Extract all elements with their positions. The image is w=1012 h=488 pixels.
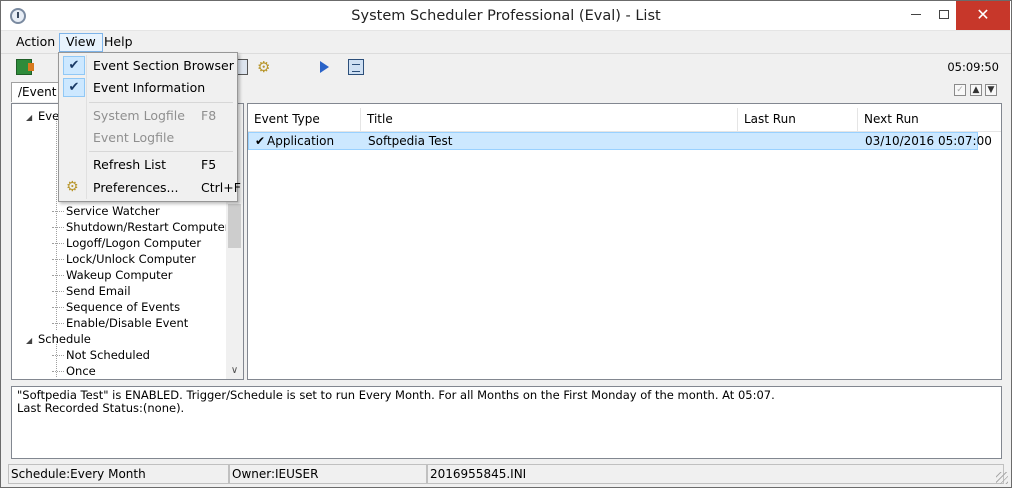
minimize-icon [911, 13, 921, 15]
expand-icon: ◢ [26, 113, 33, 122]
menu-item-event-logfile[interactable]: Event Logfile [61, 127, 235, 148]
list-header: Event Type Title Last Run Next Run [248, 108, 1001, 132]
menu-item-event-section-browser[interactable]: ✔ Event Section Browser [61, 55, 235, 76]
status-file: 2016955845.INI [427, 464, 1004, 484]
title-bar: System Scheduler Professional (Eval) - L… [1, 1, 1011, 31]
cell-event-type: Application [267, 134, 335, 148]
menu-bar: Action View Help [1, 31, 1011, 52]
check-icon: ✔ [63, 56, 85, 75]
column-last-run[interactable]: Last Run [738, 108, 858, 132]
shortcut-label: F8 [201, 108, 217, 123]
tree-group-schedule[interactable]: ◢ Schedule [26, 331, 91, 347]
column-title[interactable]: Title [361, 108, 738, 132]
status-bar: Schedule:Every Month Owner:IEUSER 201695… [1, 463, 1011, 487]
main-window: System Scheduler Professional (Eval) - L… [0, 0, 1012, 488]
logfile-icon[interactable] [348, 59, 364, 75]
tree-item[interactable]: Not Scheduled [52, 347, 150, 363]
menu-help[interactable]: Help [98, 33, 139, 52]
menu-item-event-information[interactable]: ✔ Event Information [61, 77, 235, 98]
run-icon[interactable] [317, 59, 333, 75]
tree-item[interactable]: Wakeup Computer [52, 267, 172, 283]
cell-next-run: 03/10/2016 05:07:00 [865, 134, 992, 148]
menu-action[interactable]: Action [10, 33, 61, 52]
window-title: System Scheduler Professional (Eval) - L… [351, 8, 661, 24]
move-up-icon[interactable]: ▲ [970, 84, 982, 96]
close-icon: ✕ [976, 5, 990, 24]
column-next-run[interactable]: Next Run [858, 108, 1001, 132]
status-schedule: Schedule:Every Month [8, 464, 229, 484]
cell-title: Softpedia Test [368, 134, 453, 148]
tab-event-types[interactable]: /Event Types [11, 82, 61, 102]
table-row[interactable]: ✔ Application Softpedia Test 03/10/2016 … [248, 132, 992, 150]
check-icon: ✔ [63, 78, 85, 97]
tree-item[interactable]: Sequence of Events [52, 299, 180, 315]
tree-item[interactable]: Service Watcher [52, 203, 160, 219]
expand-icon: ◢ [26, 336, 33, 345]
exit-icon[interactable] [16, 59, 34, 75]
status-owner: Owner:IEUSER [229, 464, 427, 484]
tree-item[interactable]: Logoff/Logon Computer [52, 235, 201, 251]
tree-item[interactable]: Send Email [52, 283, 131, 299]
menu-item-system-logfile[interactable]: System Logfile F8 [61, 105, 235, 126]
view-menu-dropdown: ✔ Event Section Browser ✔ Event Informat… [58, 52, 241, 202]
tree-item[interactable]: Shutdown/Restart Computer [52, 219, 229, 235]
move-down-icon[interactable]: ▼ [985, 84, 997, 96]
scroll-thumb[interactable] [228, 204, 241, 248]
tree-item[interactable]: Once [52, 363, 96, 379]
tree-item[interactable]: Enable/Disable Event [52, 315, 188, 331]
clock-display: 05:09:50 [947, 60, 999, 74]
menu-separator [89, 151, 233, 152]
gear-icon[interactable]: ⚙ [257, 59, 273, 75]
maximize-icon [939, 9, 949, 19]
scroll-down-icon[interactable]: ∨ [226, 362, 243, 379]
column-event-type[interactable]: Event Type [248, 108, 361, 132]
menu-view[interactable]: View [59, 33, 103, 52]
shortcut-label: Ctrl+F [201, 180, 241, 195]
event-list: Event Type Title Last Run Next Run ✔ App… [247, 103, 1002, 380]
info-line-2: Last Recorded Status:(none). [17, 401, 185, 415]
menu-item-refresh-list[interactable]: Refresh List F5 [61, 154, 235, 175]
gear-icon: ⚙ [66, 179, 79, 195]
event-information: "Softpedia Test" is ENABLED. Trigger/Sch… [11, 386, 1002, 459]
shortcut-label: F5 [201, 157, 217, 172]
resize-grip[interactable] [996, 472, 1008, 484]
enabled-check-icon: ✔ [255, 134, 266, 148]
enable-check-icon[interactable]: ✓ [954, 84, 966, 96]
close-button[interactable]: ✕ [956, 1, 1010, 30]
menu-separator [89, 102, 233, 103]
menu-item-preferences[interactable]: ⚙ Preferences... Ctrl+F [61, 177, 241, 198]
tree-item[interactable]: Lock/Unlock Computer [52, 251, 196, 267]
